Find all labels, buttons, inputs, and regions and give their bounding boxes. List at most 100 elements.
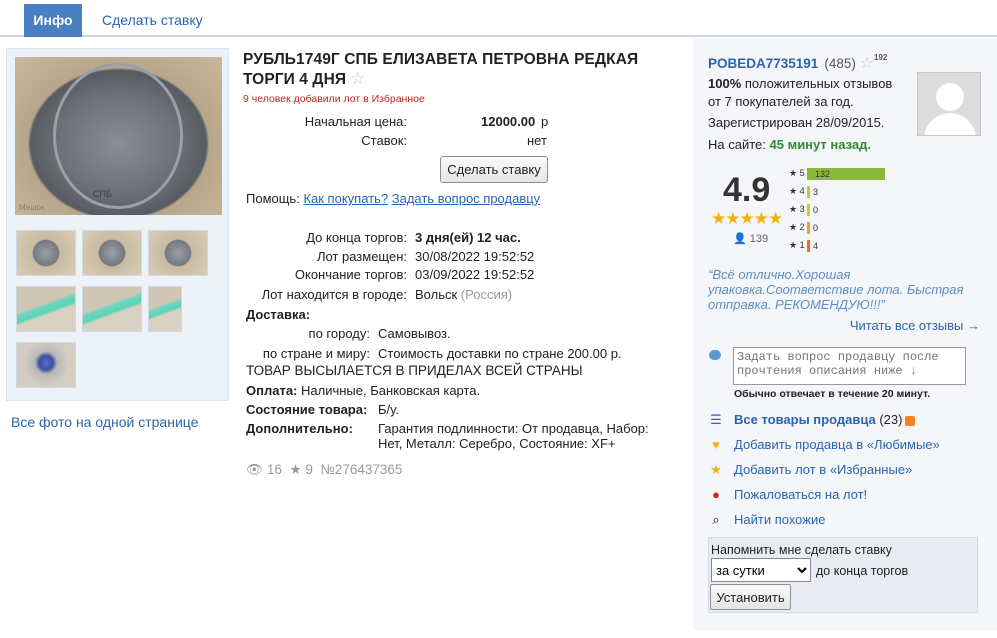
- rating-bar-value: 132: [815, 169, 831, 179]
- help-label: Помощь:: [246, 191, 300, 206]
- avatar-body-icon: [924, 113, 976, 135]
- favorite-star-icon[interactable]: ☆: [350, 69, 365, 88]
- seller-header: POBEDA7735191 (485) ☆192: [708, 53, 887, 73]
- all-photos-link[interactable]: Все фото на одной странице: [11, 414, 198, 430]
- reminder-box: Напомнить мне сделать ставку за сутки до…: [708, 537, 978, 613]
- rating-bar-value: 3: [813, 187, 819, 197]
- thumbnail[interactable]: [82, 286, 142, 332]
- lot-number: №276437365: [320, 462, 403, 477]
- overall-rating: 4.9: [723, 171, 771, 209]
- tab-info[interactable]: Инфо: [24, 4, 82, 37]
- extra-label: Дополнительно:: [246, 421, 353, 436]
- response-time-note: Обычно отвечает в течение 20 минут.: [734, 388, 931, 400]
- ends-in-value: 3 дня(ей) 12 час.: [415, 230, 521, 245]
- payment-value: Наличные, Банковская карта.: [301, 383, 481, 398]
- condition-label: Состояние товара:: [246, 402, 368, 417]
- world-delivery-value: Стоимость доставки по стране 200.00 р.: [378, 346, 622, 361]
- positive-line: 100% положительных отзывов: [708, 76, 892, 91]
- all-goods-count: (23): [879, 412, 903, 427]
- city-delivery-value: Самовывоз.: [378, 326, 451, 341]
- rating-bar-label: ★ 1: [789, 240, 805, 250]
- add-lot-favorite-link[interactable]: Добавить лот в «Избранные»: [734, 462, 912, 477]
- bids-label: Ставок:: [361, 133, 407, 148]
- photo-watermark: Мешок: [19, 203, 45, 212]
- payment-label: Оплата:: [246, 383, 298, 398]
- star-icon: ★: [289, 462, 302, 477]
- city-name: Вольск: [415, 287, 458, 302]
- coin-legend: СПБ: [93, 189, 112, 199]
- payment-line: Оплата: Наличные, Банковская карта.: [246, 383, 480, 398]
- seller-star-icon: ☆: [859, 55, 874, 72]
- registered-line: Зарегистрирован 28/09/2015.: [708, 115, 885, 130]
- seller-panel: POBEDA7735191 (485) ☆192 100% положительн…: [693, 38, 997, 630]
- thumbnail[interactable]: [82, 230, 142, 276]
- review-count-value: 139: [749, 233, 769, 245]
- rating-bar-value: 0: [813, 223, 819, 233]
- person-icon: 👤: [733, 233, 747, 245]
- thumbnail[interactable]: [148, 286, 182, 332]
- thumbnail[interactable]: [16, 342, 76, 388]
- rating-stars-icon: ★★★★★: [711, 209, 783, 228]
- tab-make-bid[interactable]: Сделать ставку: [102, 4, 203, 37]
- reminder-after-text: до конца торгов: [816, 564, 909, 578]
- views-count: 16: [266, 462, 282, 477]
- make-bid-button[interactable]: Сделать ставку: [440, 156, 548, 183]
- lot-title-text: РУБЛЬ1749Г СПБ ЕЛИЗАВЕТА ПЕТРОВНА РЕДКАЯ…: [243, 51, 639, 88]
- positive-pct: 100%: [708, 76, 742, 91]
- rating-bar: [807, 186, 810, 198]
- rating-bar: [807, 204, 810, 216]
- rating-bar-label: ★ 5: [789, 168, 805, 178]
- all-goods-link[interactable]: Все товары продавца: [734, 412, 876, 427]
- thumbnail[interactable]: [148, 230, 208, 276]
- condition-value: Б/у.: [378, 402, 399, 417]
- world-delivery-label: по стране и миру:: [262, 346, 370, 361]
- thumbnail[interactable]: [16, 230, 76, 276]
- extra-line-1: Гарантия подлинности: От продавца, Набор…: [378, 421, 649, 436]
- main-photo[interactable]: СПБ Мешок: [15, 57, 222, 215]
- reminder-period-select[interactable]: за сутки: [711, 558, 811, 582]
- add-seller-favorite-link[interactable]: Добавить продавца в «Любимые»: [734, 437, 940, 452]
- online-line: На сайте: 45 минут назад.: [708, 137, 871, 152]
- rating-bar-label: ★ 3: [789, 204, 805, 214]
- delivery-label: Доставка:: [246, 307, 311, 322]
- rating-bar-value: 0: [813, 205, 819, 215]
- posted-value: 30/08/2022 19:52:52: [415, 249, 535, 264]
- favorites-note: 9 человек добавили лот в Избранное: [243, 93, 425, 105]
- avatar-head-icon: [936, 83, 964, 111]
- complain-link[interactable]: Пожаловаться на лот!: [734, 487, 867, 502]
- search-icon: ⌕: [712, 512, 720, 527]
- thumbnail[interactable]: [16, 286, 76, 332]
- rating-bar-label: ★ 4: [789, 186, 805, 196]
- alert-icon: ●: [712, 487, 720, 502]
- tab-bar: Инфо Сделать ставку: [0, 0, 997, 37]
- city-delivery-label: по городу:: [308, 326, 370, 341]
- ask-question-input[interactable]: [733, 347, 966, 385]
- start-price-label: Начальная цена:: [304, 114, 407, 129]
- online-label: На сайте:: [708, 137, 766, 152]
- lot-stats: 👁 16 ★ 9 №276437365: [246, 462, 402, 478]
- ask-seller-link[interactable]: Задать вопрос продавцу: [392, 191, 540, 206]
- help-line: Помощь: Как покупать? Задать вопрос прод…: [246, 191, 540, 206]
- how-to-buy-link[interactable]: Как покупать?: [303, 191, 388, 206]
- posted-label: Лот размещен:: [316, 249, 407, 264]
- star-icon: ★: [710, 462, 722, 477]
- find-similar-link[interactable]: Найти похожие: [734, 512, 825, 527]
- seller-name-link[interactable]: POBEDA7735191: [708, 56, 818, 71]
- start-price-value: 12000.00: [481, 114, 536, 129]
- rating-bar: [807, 222, 810, 234]
- all-goods-row: Все товары продавца (23): [734, 412, 916, 427]
- stars-count: 9: [305, 462, 313, 477]
- read-all-reviews-link[interactable]: Читать все отзывы →: [850, 318, 980, 333]
- end-label: Окончание торгов:: [294, 267, 407, 282]
- review-quote: “Всё отлично.Хорошая упаковка.Соответств…: [708, 267, 964, 312]
- city-value: Вольск (Россия): [415, 287, 512, 302]
- set-reminder-button[interactable]: Установить: [710, 584, 791, 610]
- rss-icon[interactable]: [905, 415, 916, 426]
- online-value: 45 минут назад.: [769, 137, 872, 152]
- positive-text: положительных отзывов: [744, 76, 893, 91]
- rating-bar-label: ★ 2: [789, 222, 805, 232]
- country-name: (Россия): [460, 287, 513, 302]
- rating-bar-value: 4: [813, 241, 819, 251]
- ends-in-label: До конца торгов:: [306, 230, 407, 245]
- city-label: Лот находится в городе:: [261, 287, 407, 302]
